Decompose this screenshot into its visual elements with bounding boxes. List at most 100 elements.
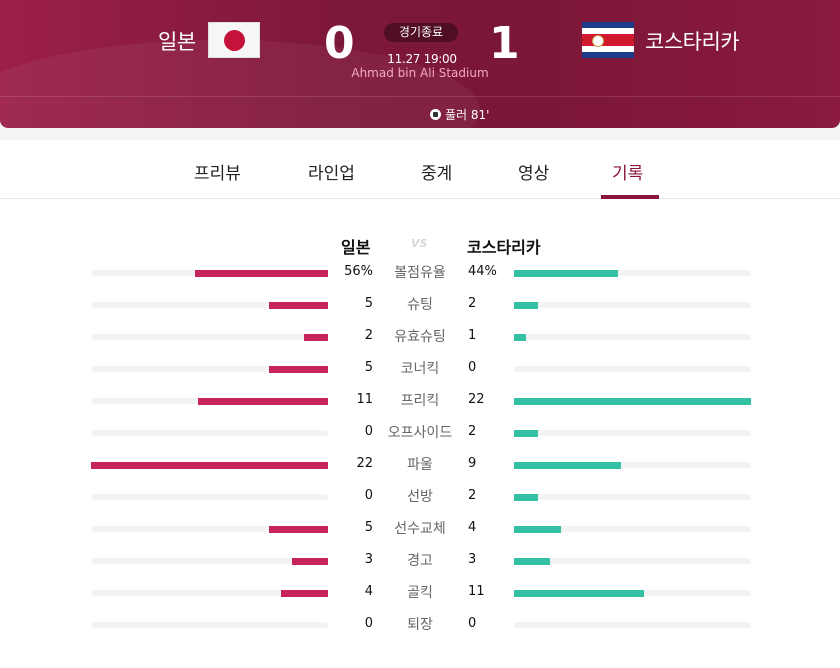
stat-label: 퇴장 xyxy=(407,617,433,633)
goal-event-text: 풀러 81' xyxy=(445,108,490,122)
away-stat-track xyxy=(514,462,751,469)
away-stat-bar xyxy=(514,302,538,309)
stat-label: 코너킥 xyxy=(400,361,440,377)
home-stat-track xyxy=(91,334,328,341)
goal-event: 풀러 81' xyxy=(430,106,489,123)
stats-home-team: 일본 xyxy=(341,238,371,257)
away-stat-value: 9 xyxy=(468,456,477,471)
away-stat-bar xyxy=(514,590,644,597)
away-stat-track xyxy=(514,526,751,533)
away-stat-track xyxy=(514,366,751,372)
away-stat-track xyxy=(514,590,751,597)
home-stat-bar xyxy=(198,398,328,405)
match-status-badge: 경기종료 xyxy=(384,23,458,42)
stat-row: 5 선수교체 4 xyxy=(0,516,840,548)
home-stat-track xyxy=(91,398,328,405)
away-stat-bar xyxy=(514,270,618,277)
away-stat-value: 2 xyxy=(468,424,477,439)
home-stat-value: 22 xyxy=(356,456,373,471)
away-stat-track xyxy=(514,622,751,628)
home-stat-value: 4 xyxy=(364,584,373,599)
away-stat-bar xyxy=(514,558,550,565)
stat-label: 경고 xyxy=(407,553,433,569)
stat-row: 0 퇴장 0 xyxy=(0,612,840,644)
home-stat-value: 5 xyxy=(364,296,373,311)
match-detail-card: 프리뷰 라인업 중계 영상 기록 일본 VS 코스타리카 56% 볼점유율 44% 5… xyxy=(0,140,840,668)
away-stat-track xyxy=(514,398,751,405)
home-stat-track xyxy=(91,462,328,469)
away-stat-track xyxy=(514,334,751,341)
away-stat-track xyxy=(514,494,751,501)
home-stat-bar xyxy=(281,590,328,597)
away-stat-bar xyxy=(514,430,538,437)
home-stat-track xyxy=(91,494,328,500)
stat-row: 22 파울 9 xyxy=(0,452,840,484)
home-stat-bar xyxy=(91,462,328,469)
away-stat-value: 0 xyxy=(468,616,477,631)
home-stat-bar xyxy=(269,302,328,309)
stat-row: 4 골킥 11 xyxy=(0,580,840,612)
stat-label: 슈팅 xyxy=(407,297,433,313)
home-stat-track xyxy=(91,558,328,565)
home-stat-track xyxy=(91,270,328,277)
stat-label: 파울 xyxy=(407,457,433,473)
stat-label: 오프사이드 xyxy=(387,425,453,441)
home-stat-bar xyxy=(195,270,328,277)
tab-records[interactable]: 기록 xyxy=(612,159,643,184)
tab-video[interactable]: 영상 xyxy=(518,159,549,184)
away-stat-value: 1 xyxy=(468,328,477,343)
away-stat-bar xyxy=(514,526,561,533)
home-stat-value: 2 xyxy=(364,328,373,343)
home-stat-track xyxy=(91,622,328,628)
home-stat-bar xyxy=(269,366,328,373)
costa-rica-flag-icon[interactable] xyxy=(582,22,634,58)
home-stat-value: 11 xyxy=(356,392,373,407)
home-stat-value: 5 xyxy=(364,520,373,535)
match-header: 일본 0 경기종료 11.27 19:00 Ahmad bin Ali Stad… xyxy=(0,0,840,128)
stats-away-team: 코스타리카 xyxy=(467,238,541,257)
match-datetime: 11.27 19:00 xyxy=(387,52,457,66)
stat-label: 선수교체 xyxy=(394,521,446,537)
stat-label: 유효슈팅 xyxy=(394,329,446,345)
stat-row: 3 경고 3 xyxy=(0,548,840,580)
away-stat-bar xyxy=(514,494,538,501)
stat-row: 56% 볼점유율 44% xyxy=(0,260,840,292)
stat-label: 볼점유율 xyxy=(394,265,446,281)
home-stat-track xyxy=(91,366,328,373)
away-stat-value: 22 xyxy=(468,392,485,407)
tab-preview[interactable]: 프리뷰 xyxy=(194,159,241,184)
away-stat-track xyxy=(514,558,751,565)
stat-row: 5 코너킥 0 xyxy=(0,356,840,388)
home-stat-track xyxy=(91,590,328,597)
stat-label: 골킥 xyxy=(407,585,433,601)
japan-flag-icon[interactable] xyxy=(208,22,260,58)
away-stat-track xyxy=(514,270,751,277)
home-team-name[interactable]: 일본 xyxy=(158,26,196,56)
tab-lineup[interactable]: 라인업 xyxy=(308,159,355,184)
home-stat-value: 5 xyxy=(364,360,373,375)
match-tabs: 프리뷰 라인업 중계 영상 기록 xyxy=(0,140,840,199)
home-stat-bar xyxy=(292,558,328,565)
away-stat-track xyxy=(514,302,751,309)
away-stat-value: 2 xyxy=(468,488,477,503)
soccer-ball-icon xyxy=(430,109,441,120)
away-stat-bar xyxy=(514,398,751,405)
home-stat-value: 56% xyxy=(344,264,373,279)
active-tab-indicator xyxy=(601,195,659,199)
home-stat-track xyxy=(91,526,328,533)
home-stat-bar xyxy=(304,334,328,341)
stat-row: 0 오프사이드 2 xyxy=(0,420,840,452)
vs-label: VS xyxy=(411,237,428,250)
home-stat-track xyxy=(91,302,328,309)
header-divider xyxy=(0,96,840,97)
away-stat-value: 2 xyxy=(468,296,477,311)
away-stat-track xyxy=(514,430,751,437)
away-stat-value: 44% xyxy=(468,264,497,279)
home-stat-value: 0 xyxy=(364,616,373,631)
away-stat-bar xyxy=(514,462,621,469)
away-stat-value: 0 xyxy=(468,360,477,375)
stat-row: 5 슈팅 2 xyxy=(0,292,840,324)
tab-broadcast[interactable]: 중계 xyxy=(421,159,452,184)
away-team-name[interactable]: 코스타리카 xyxy=(645,26,740,56)
away-stat-value: 4 xyxy=(468,520,477,535)
